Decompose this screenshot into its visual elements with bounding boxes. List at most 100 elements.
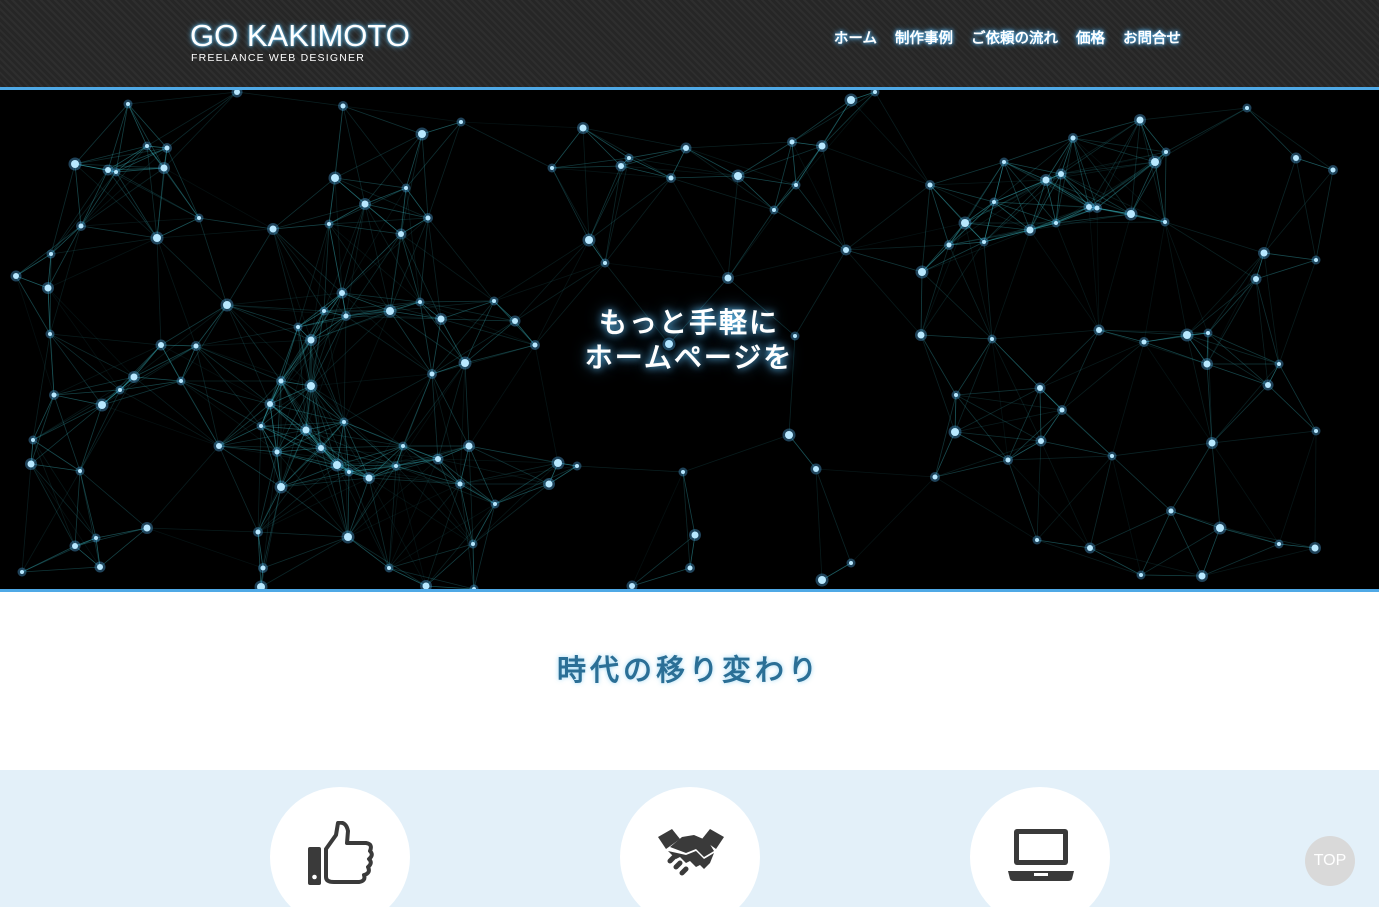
feature-card-3	[970, 787, 1110, 907]
network-node	[398, 231, 404, 237]
network-link	[620, 165, 739, 177]
network-link	[921, 222, 966, 273]
network-link	[405, 187, 421, 303]
network-link	[551, 167, 606, 264]
features-band	[0, 770, 1379, 907]
network-link	[343, 315, 347, 423]
network-node	[1265, 382, 1271, 388]
network-node	[785, 431, 793, 439]
nav-contact[interactable]: お問合せ	[1123, 29, 1181, 49]
network-link	[50, 237, 158, 255]
network-link	[74, 103, 129, 165]
network-link	[1089, 510, 1172, 549]
network-link	[850, 99, 931, 186]
network-node	[145, 144, 149, 148]
network-node	[813, 466, 819, 472]
network-node	[1096, 327, 1102, 333]
network-node	[1042, 176, 1050, 184]
network-link	[468, 445, 550, 485]
network-link	[1164, 151, 1167, 223]
hero-catchcopy: もっと手軽に ホームページを	[489, 305, 889, 375]
network-node	[818, 142, 826, 150]
nav-price[interactable]: 価格	[1076, 29, 1105, 49]
network-link	[101, 345, 197, 406]
network-node	[1277, 542, 1281, 546]
network-link	[685, 147, 775, 211]
network-link	[1255, 278, 1280, 365]
network-link	[1036, 539, 1091, 549]
network-link	[262, 536, 349, 569]
network-link	[1111, 442, 1213, 457]
network-node	[681, 470, 685, 474]
network-link	[459, 483, 475, 590]
hero-bottom-border	[0, 589, 1379, 592]
network-link	[1096, 119, 1141, 209]
network-link	[1003, 137, 1074, 163]
network-link	[163, 91, 238, 169]
network-node	[492, 299, 496, 303]
network-node	[307, 336, 315, 344]
network-node	[691, 531, 699, 539]
network-link	[850, 476, 936, 564]
network-node	[585, 236, 593, 244]
network-node	[734, 172, 742, 180]
network-link	[1207, 332, 1269, 386]
network-node	[1038, 438, 1044, 444]
network-link	[874, 91, 931, 186]
network-node	[269, 225, 277, 233]
network-link	[156, 228, 274, 239]
network-link	[682, 471, 696, 536]
network-node	[847, 96, 855, 104]
network-link	[419, 301, 433, 375]
network-link	[328, 203, 366, 225]
network-link	[604, 165, 622, 264]
network-link	[934, 476, 1038, 541]
network-node	[668, 175, 674, 181]
network-link	[347, 471, 350, 538]
network-link	[737, 175, 797, 186]
network-node	[1087, 545, 1093, 551]
network-node	[1164, 150, 1168, 154]
network-link	[1267, 384, 1317, 432]
network-link	[1007, 459, 1091, 549]
network-link	[604, 262, 729, 279]
network-link	[1211, 384, 1269, 444]
network-node	[1208, 439, 1216, 447]
network-link	[494, 465, 578, 505]
network-link	[1139, 107, 1248, 121]
network-node	[843, 247, 849, 253]
network-link	[1201, 527, 1221, 577]
network-link	[107, 169, 200, 219]
network-node	[873, 90, 877, 94]
network-node	[98, 401, 106, 409]
network-link	[195, 345, 262, 427]
network-node	[27, 460, 35, 468]
network-node	[1005, 457, 1011, 463]
network-link	[427, 217, 495, 302]
network-link	[1140, 527, 1221, 576]
network-node	[435, 456, 441, 462]
site-logo[interactable]: GO KAKIMOTO FREELANCE WEB DESIGNER	[190, 18, 410, 63]
nav-works[interactable]: 制作事例	[895, 29, 953, 49]
network-link	[49, 333, 55, 396]
network-link	[156, 237, 162, 346]
network-node	[1293, 155, 1299, 161]
network-link	[845, 244, 950, 251]
network-node	[216, 443, 222, 449]
network-node	[437, 315, 445, 323]
network-link	[388, 458, 439, 569]
section-title: 時代の移り変わり	[556, 653, 821, 687]
network-node	[1151, 158, 1159, 166]
back-to-top-button[interactable]: TOP	[1305, 836, 1355, 886]
network-node	[267, 401, 273, 407]
nav-home[interactable]: ホーム	[834, 29, 877, 49]
network-node	[322, 309, 326, 313]
network-node	[992, 200, 996, 204]
nav-flow[interactable]: ご依頼の流れ	[971, 29, 1058, 49]
feature-card-2	[620, 787, 760, 907]
hero-line-1: もっと手軽に	[598, 306, 779, 339]
network-node	[223, 301, 231, 309]
network-link	[551, 127, 584, 169]
network-link	[127, 103, 148, 147]
network-node	[94, 536, 98, 540]
